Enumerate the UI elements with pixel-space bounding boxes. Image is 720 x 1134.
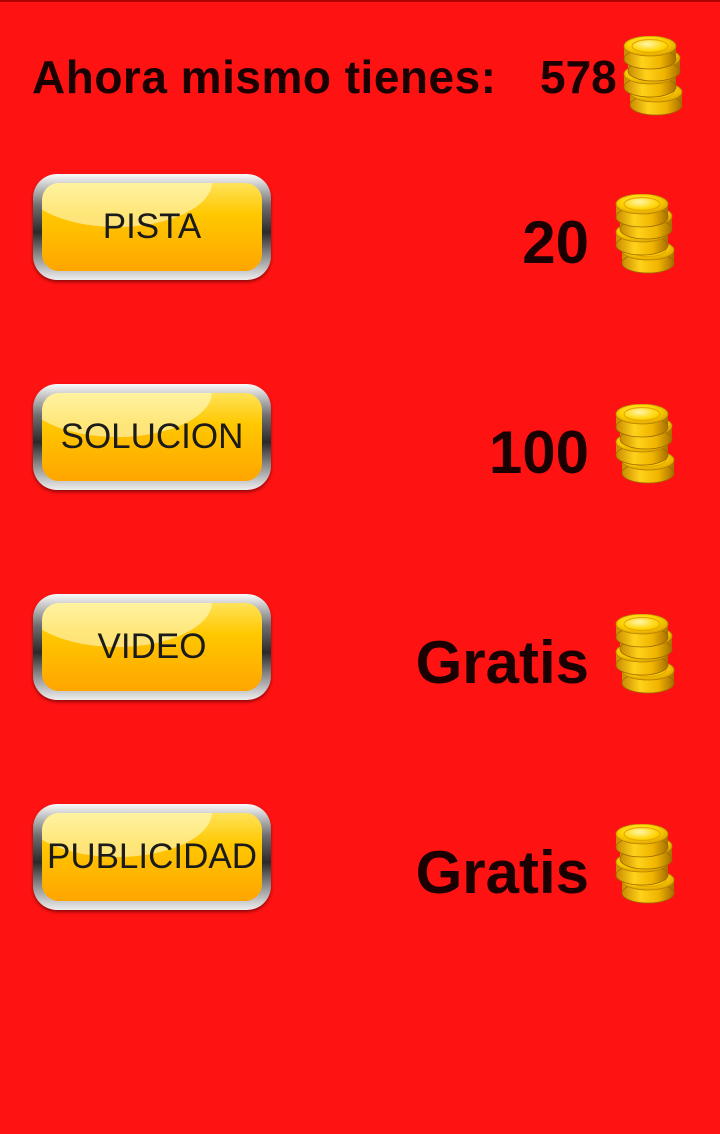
video-button-face: VIDEO	[42, 603, 262, 691]
solucion-button-label: SOLUCION	[60, 417, 244, 456]
coin-stack-icon	[606, 194, 686, 274]
coin-stack-icon	[606, 614, 686, 694]
publicidad-button[interactable]: PUBLICIDAD	[33, 804, 271, 910]
pista-cost: 20	[522, 209, 589, 276]
coin-stack-icon	[606, 404, 686, 484]
pista-button-face: PISTA	[42, 183, 262, 271]
pista-button[interactable]: PISTA	[33, 174, 271, 280]
coin-stack-icon	[606, 824, 686, 904]
publicidad-cost: Gratis	[415, 839, 589, 906]
video-button[interactable]: VIDEO	[33, 594, 271, 700]
solucion-button-face: SOLUCION	[42, 393, 262, 481]
solucion-button[interactable]: SOLUCION	[33, 384, 271, 490]
video-button-label: VIDEO	[97, 627, 207, 666]
coins-count: 578	[540, 51, 617, 103]
top-border	[0, 0, 720, 2]
video-cost: Gratis	[415, 629, 589, 696]
pista-button-label: PISTA	[102, 207, 202, 246]
coins-label: Ahora mismo tienes:	[32, 51, 497, 103]
coin-stack-icon	[614, 36, 694, 116]
publicidad-button-label: PUBLICIDAD	[46, 837, 258, 876]
solucion-cost: 100	[488, 419, 589, 486]
publicidad-button-face: PUBLICIDAD	[42, 813, 262, 901]
